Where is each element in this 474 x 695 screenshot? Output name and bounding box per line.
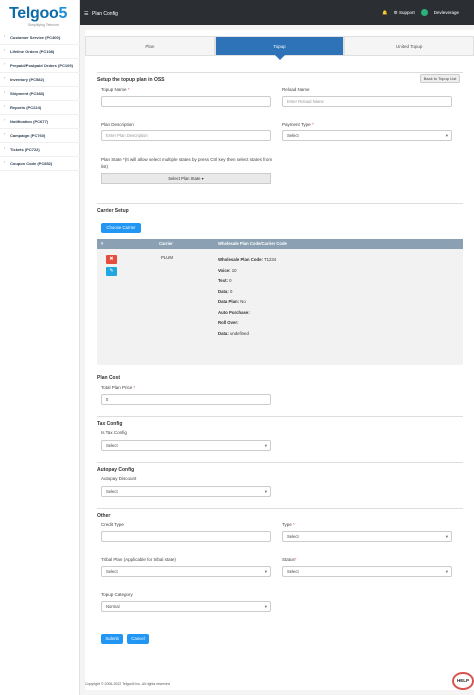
reload-name-label: Reload Name [282,87,310,92]
type-label: Type * [282,522,295,527]
plan-description-input[interactable]: Enter Plan Description [101,130,271,141]
detail-data-2: Data: undefined [218,330,249,336]
section-other: Other [97,508,463,519]
row-actions: ✖ ✎ [97,249,155,365]
autopay-discount-select[interactable]: Select [101,486,271,497]
section-carrier-setup: Carrier Setup [97,203,463,214]
logo[interactable]: Telgoo5 [9,5,67,23]
reload-name-input[interactable]: Enter Reload Name [282,96,452,107]
is-tax-config-label: Is Tax Config [101,430,127,435]
sidebar-item-coupon-code[interactable]: Coupon Code (PC852) [0,157,80,171]
topup-category-label: Topup Category [101,592,133,597]
avatar[interactable] [420,9,428,16]
user-name[interactable]: Devleverage [434,10,459,15]
logo-tagline: Simplifying Telecom [28,23,59,27]
autopay-discount-label: Autopay Discount [101,476,137,481]
detail-text: Text: 0 [218,278,232,283]
section-plan-cost: Plan Cost [97,375,121,381]
carrier-details: Wholesale Plan Code: T1234 Voice: 10 Tex… [214,249,463,365]
table-header-carrier: Carrier [159,241,173,246]
sidebar-item-campaign[interactable]: Campaign (PC760) [0,129,80,143]
sidebar-item-tickets[interactable]: Tickets (PC722) [0,143,80,157]
support-link[interactable]: ⚙ Support [394,10,415,16]
edit-icon[interactable]: ✎ [106,267,117,276]
sidebar-item-customer-service[interactable]: Customer Service (PC400) [0,31,80,45]
sidebar-item-lifeline-orders[interactable]: Lifeline Orders (PC108) [0,45,80,59]
sidebar-item-inventory[interactable]: Inventory (PC582) [0,73,80,87]
plan-state-label: Plan State *(It will allow select multip… [101,157,273,169]
menu-icon[interactable]: ☰ [84,11,88,17]
sidebar: Telgoo5 Simplifying Telecom Customer Ser… [0,0,80,695]
choose-carrier-button[interactable]: Choose Carrier [101,223,141,233]
is-tax-config-select[interactable]: Select [101,440,271,451]
carrier-name: PLUM [161,255,173,260]
detail-data: Data: 0 [218,288,233,294]
table-row: ✖ ✎ PLUM Wholesale Plan Code: T1234 Voic… [97,249,463,365]
detail-wholesale-plan-code: Wholesale Plan Code: T1234 [218,257,277,262]
back-to-topup-list-button[interactable]: Back to Topup List [420,74,460,83]
tribal-plan-select[interactable]: Select [101,566,271,577]
payment-type-label: Payment Type * [282,122,314,127]
topup-name-label: Topup Name * [101,87,130,92]
total-plan-price-label: Total Plan Price * [101,385,136,390]
bell-icon[interactable]: 🔔 [382,10,388,16]
table-header-plan-code: Wholesale Plan Code/Carrier Code [218,241,287,246]
tab-topup[interactable]: Topup [214,36,345,60]
help-button[interactable]: HELP [452,672,474,690]
topup-category-select[interactable]: Normal [101,601,271,612]
submit-button[interactable]: Submit [101,634,123,644]
page-title: Plan Config [92,11,118,17]
footer-copyright: Copyright © 2006-2022 Telgoo5 Inc. All r… [85,682,170,686]
sidebar-item-reports[interactable]: Reports (PC224) [0,101,80,115]
tab-plan[interactable]: Plan [85,36,215,56]
topbar-right: 🔔 ⚙ Support Devleverage [382,9,459,16]
top-bar: ☰ Plan Config 🔔 ⚙ Support Devleverage [80,0,474,25]
table-header-row: # Carrier Wholesale Plan Code/Carrier Co… [97,239,463,249]
sidebar-item-notification[interactable]: Notification (PC677) [0,115,80,129]
detail-voice: Voice: 10 [218,267,237,273]
tab-united-topup[interactable]: United Topup [344,36,474,56]
sidebar-item-prepaid-postpaid-orders[interactable]: Prepaid/Postpaid Orders (PC109) [0,59,80,73]
detail-roll-over: Roll Over: [218,320,239,325]
sidebar-menu: Customer Service (PC400) Lifeline Orders… [0,31,80,171]
detail-auto-purchase: Auto Purchase: [218,309,250,315]
status-label: Status* [282,557,297,562]
delete-icon[interactable]: ✖ [106,255,117,264]
detail-data-plan: Data Plan: No [218,299,246,304]
credit-type-input[interactable] [101,531,271,542]
section-autopay-config: Autopay Config [97,462,463,473]
tab-bar: Plan Topup United Topup [85,36,474,60]
tribal-plan-label: Tribal Plan (Applicable for tribal state… [101,557,176,562]
section-setup-title: Setup the topup plan in OSS [97,72,463,83]
type-select[interactable]: Select [282,531,452,542]
table-header-index: # [101,241,104,246]
sidebar-item-shipment[interactable]: Shipment (PC383) [0,87,80,101]
select-plan-state-button[interactable]: Select Plan State ▾ [101,173,271,184]
section-tax-config: Tax Config [97,416,463,427]
status-select[interactable]: Select [282,566,452,577]
total-plan-price-input[interactable]: 0 [101,394,271,405]
topup-name-input[interactable] [101,96,271,107]
credit-type-label: Credit Type [101,522,124,527]
payment-type-select[interactable]: Select [282,130,452,141]
plan-description-label: Plan Description [101,122,134,127]
cancel-button[interactable]: Cancel [127,634,149,644]
carrier-table: # Carrier Wholesale Plan Code/Carrier Co… [97,239,463,365]
main-panel: Plan Topup United Topup Setup the topup … [85,30,474,690]
